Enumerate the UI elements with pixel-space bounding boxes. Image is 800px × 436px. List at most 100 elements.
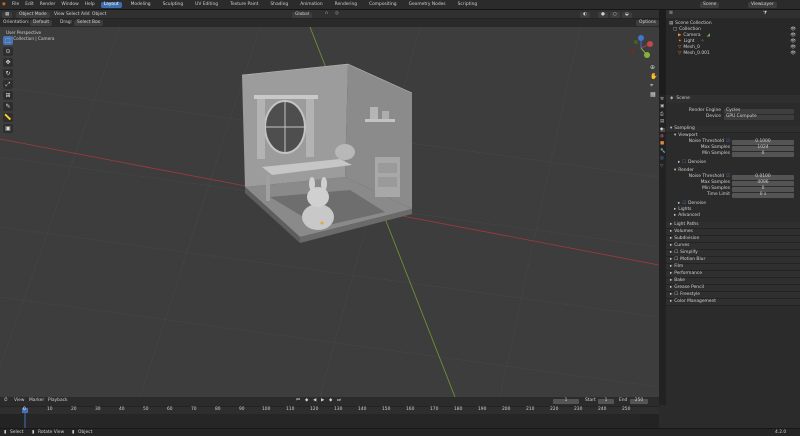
- scene-selector[interactable]: Scene: [700, 2, 720, 9]
- menu-help[interactable]: Help: [85, 2, 95, 7]
- visibility-eye-icon[interactable]: 👁: [790, 39, 796, 44]
- tab-scripting[interactable]: Scripting: [455, 2, 481, 8]
- 3d-viewport[interactable]: User Perspective (1) Collection | Camera…: [0, 27, 659, 397]
- rotate-icon[interactable]: ↻: [3, 69, 13, 78]
- tab-sculpting[interactable]: Sculpting: [160, 2, 187, 8]
- select-box-icon[interactable]: ⬚: [3, 36, 13, 45]
- panel-volumes[interactable]: ▸ Volumes: [666, 229, 800, 236]
- jump-end-icon[interactable]: ⏭: [337, 398, 341, 403]
- measure-icon[interactable]: 📏: [3, 113, 13, 122]
- current-frame-field[interactable]: 1: [553, 398, 579, 404]
- prev-keyframe-icon[interactable]: ◆: [305, 398, 308, 403]
- visibility-eye-icon[interactable]: 👁: [790, 27, 796, 32]
- tab-animation[interactable]: Animation: [297, 2, 325, 8]
- checkbox-unchecked-icon[interactable]: ☐: [674, 257, 678, 262]
- time-limit-field[interactable]: 0 s: [732, 192, 794, 198]
- tab-geometry-nodes[interactable]: Geometry Nodes: [406, 2, 449, 8]
- timeline-menu-playback[interactable]: Playback: [48, 398, 68, 403]
- shading-solid-icon[interactable]: ●: [598, 12, 608, 19]
- checkbox-unchecked-icon[interactable]: ☐: [674, 250, 678, 255]
- move-icon[interactable]: ✥: [3, 58, 13, 67]
- tab-rendering[interactable]: Rendering: [332, 2, 360, 8]
- blender-logo-icon[interactable]: ◉: [2, 2, 6, 7]
- grid-icon[interactable]: ▦: [650, 92, 657, 98]
- visibility-eye-icon[interactable]: 👁: [790, 33, 796, 38]
- menu-view[interactable]: View: [54, 12, 64, 17]
- tool-tab-icon[interactable]: ⚒: [660, 97, 665, 102]
- visibility-eye-icon[interactable]: 👁: [790, 45, 796, 50]
- modifier-tab-icon[interactable]: 🔧: [660, 149, 665, 154]
- vp-noise-threshold-field[interactable]: 0.1000: [731, 139, 794, 145]
- options-dropdown[interactable]: Options: [636, 20, 659, 27]
- tab-layout[interactable]: Layout: [100, 1, 122, 9]
- data-tab-icon[interactable]: ▽: [660, 164, 665, 169]
- vp-max-samples-field[interactable]: 1024: [732, 145, 794, 151]
- output-tab-icon[interactable]: ⎙: [660, 112, 665, 117]
- r-max-samples-field[interactable]: 4096: [732, 180, 794, 186]
- menu-edit[interactable]: Edit: [25, 2, 34, 7]
- panel-simplify[interactable]: ▸ ☐ Simplify: [666, 250, 800, 257]
- add-cube-icon[interactable]: ▣: [3, 124, 13, 133]
- panel-bake[interactable]: ▸ Bake: [666, 278, 800, 285]
- jump-start-icon[interactable]: ⏮: [296, 398, 300, 403]
- panel-light-paths[interactable]: ▸ Light Paths: [666, 222, 800, 229]
- device-dropdown[interactable]: GPU Compute: [724, 114, 794, 120]
- tab-compositing[interactable]: Compositing: [366, 2, 400, 8]
- visibility-eye-icon[interactable]: 👁: [790, 51, 796, 56]
- tab-uv-editing[interactable]: UV Editing: [192, 2, 221, 8]
- camera-view-icon[interactable]: ⌖: [650, 83, 657, 89]
- timeline-menu-marker[interactable]: Marker: [29, 398, 44, 403]
- menu-file[interactable]: File: [12, 2, 19, 7]
- subpanel-vp-denoise[interactable]: ▸ ☐ Denoise: [666, 160, 800, 166]
- overlay-icon[interactable]: ◐: [580, 12, 590, 19]
- object-tab-icon[interactable]: ■: [660, 142, 665, 147]
- pan-hand-icon[interactable]: ✋: [650, 74, 657, 80]
- end-frame-field[interactable]: 250: [630, 398, 648, 404]
- r-noise-threshold-field[interactable]: 0.0100: [731, 174, 794, 180]
- tab-shading[interactable]: Shading: [267, 2, 291, 8]
- shading-material-icon[interactable]: ○: [610, 12, 620, 19]
- cursor-icon[interactable]: ⊙: [3, 47, 13, 56]
- menu-add[interactable]: Add: [81, 12, 90, 17]
- scale-icon[interactable]: ⤢: [3, 80, 13, 89]
- panel-film[interactable]: ▸ Film: [666, 264, 800, 271]
- panel-subdivision[interactable]: ▸ Subdivision: [666, 236, 800, 243]
- checkbox-checked-icon[interactable]: ☑: [682, 201, 686, 206]
- proportional-icon[interactable]: ◎: [335, 11, 339, 16]
- timeline-menu-view[interactable]: View: [14, 398, 24, 403]
- transform-icon[interactable]: ⊞: [3, 91, 13, 100]
- view-layer-tab-icon[interactable]: ▤: [660, 119, 665, 124]
- panel-sampling[interactable]: ▾ Sampling: [666, 126, 800, 133]
- panel-freestyle[interactable]: ▸ ☐ Freestyle: [666, 292, 800, 299]
- shading-rendered-icon[interactable]: ◒: [622, 12, 632, 19]
- pivot-dropdown[interactable]: Global: [292, 12, 313, 19]
- tab-texture-paint[interactable]: Texture Paint: [227, 2, 261, 8]
- drag-dropdown[interactable]: Select Box: [74, 20, 104, 27]
- menu-render[interactable]: Render: [40, 2, 56, 7]
- next-keyframe-icon[interactable]: ◆: [329, 398, 332, 403]
- render-engine-dropdown[interactable]: Cycles: [724, 108, 794, 114]
- outliner-item-mesh-0-001[interactable]: ▽ Mesh_0.001 👁: [666, 51, 800, 57]
- magnet-icon[interactable]: ∩: [325, 11, 328, 16]
- editor-type-icon[interactable]: ▦: [2, 12, 13, 19]
- render-tab-icon[interactable]: ▣: [660, 104, 665, 109]
- subpanel-advanced[interactable]: ▸ Advanced: [666, 213, 800, 219]
- annotate-icon[interactable]: ✎: [3, 102, 13, 111]
- object-mode-dropdown[interactable]: Object Mode: [16, 12, 50, 19]
- vp-min-samples-field[interactable]: 0: [732, 151, 794, 157]
- tab-modeling[interactable]: Modeling: [128, 2, 154, 8]
- navigation-gizmo[interactable]: [628, 35, 654, 61]
- checkbox-unchecked-icon[interactable]: ☐: [682, 160, 686, 165]
- checkbox-checked-icon[interactable]: ☑: [726, 174, 730, 179]
- zoom-icon[interactable]: ⊕: [650, 65, 657, 71]
- r-min-samples-field[interactable]: 0: [732, 186, 794, 192]
- orientation-dropdown[interactable]: Default: [30, 20, 53, 27]
- play-reverse-icon[interactable]: ◀: [313, 398, 316, 403]
- menu-object[interactable]: Object: [92, 12, 106, 17]
- outliner-display-icon[interactable]: ☰: [669, 11, 673, 16]
- view-layer-selector[interactable]: ViewLayer: [748, 2, 777, 9]
- checkbox-checked-icon[interactable]: ☑: [726, 139, 730, 144]
- panel-color-management[interactable]: ▸ Color Management: [666, 299, 800, 306]
- panel-grease-pencil[interactable]: ▸ Grease Pencil: [666, 285, 800, 292]
- panel-motion-blur[interactable]: ▸ ☐ Motion Blur: [666, 257, 800, 264]
